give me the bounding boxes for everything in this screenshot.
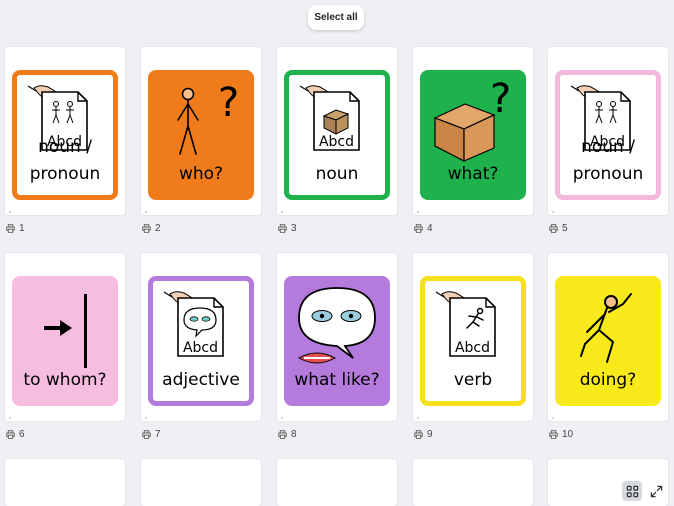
page-number: 6 bbox=[6, 429, 25, 440]
page-thumbnail[interactable]: ? what? bbox=[413, 47, 533, 215]
page-number-label: 8 bbox=[291, 429, 297, 440]
card-word: doing? bbox=[579, 370, 637, 390]
symbol-card: Abcd noun bbox=[284, 70, 390, 200]
doc-label: Abcd bbox=[319, 134, 354, 150]
page-number: 7 bbox=[142, 429, 161, 440]
page-number-label: 7 bbox=[155, 429, 161, 440]
print-icon bbox=[142, 224, 151, 233]
symbol-card: Abcd verb bbox=[420, 276, 526, 406]
card-word: pronoun bbox=[29, 164, 101, 184]
card-word: noun / bbox=[581, 137, 635, 157]
page-number-label: 6 bbox=[19, 429, 25, 440]
svg-text:?: ? bbox=[218, 80, 239, 126]
page-number: 5 bbox=[549, 223, 568, 234]
symbol-card: what like? bbox=[284, 276, 390, 406]
page-thumbnail[interactable] bbox=[5, 459, 125, 506]
page-thumbnail[interactable]: Abcd adjective bbox=[141, 253, 261, 421]
print-icon bbox=[414, 224, 423, 233]
arrow-to-line-icon bbox=[44, 294, 87, 368]
jumping-person-icon bbox=[580, 293, 632, 363]
print-icon bbox=[278, 224, 287, 233]
page-number: 9 bbox=[414, 429, 433, 440]
eyes-doc-icon: Abcd bbox=[163, 291, 224, 357]
svg-text:?: ? bbox=[490, 76, 511, 122]
card-word: to whom? bbox=[23, 370, 107, 390]
page-thumbnail[interactable] bbox=[141, 459, 261, 506]
symbol-card: Abcd adjective bbox=[148, 276, 254, 406]
page-thumbnail[interactable]: to whom? bbox=[5, 253, 125, 421]
card-word: what like? bbox=[294, 370, 380, 390]
page-number-label: 10 bbox=[562, 429, 574, 440]
page-number-label: 9 bbox=[427, 429, 433, 440]
view-controls bbox=[622, 481, 666, 501]
runner-doc-icon: Abcd bbox=[435, 291, 496, 357]
page-thumbnail[interactable] bbox=[277, 459, 397, 506]
print-icon bbox=[6, 224, 15, 233]
page-number: 8 bbox=[278, 429, 297, 440]
fullscreen-button[interactable] bbox=[646, 481, 666, 501]
card-word: noun bbox=[315, 164, 359, 184]
card-word: adjective bbox=[162, 370, 240, 390]
page-thumbnail[interactable]: doing? bbox=[548, 253, 668, 421]
page-number: 4 bbox=[414, 223, 433, 234]
card-word: verb bbox=[453, 370, 493, 390]
box-question-icon: ? bbox=[433, 76, 511, 162]
doc-label: Abcd bbox=[183, 340, 218, 356]
page-number-label: 2 bbox=[155, 223, 161, 234]
card-word: noun / bbox=[38, 137, 92, 157]
symbol-card: ? what? bbox=[420, 70, 526, 200]
speech-face-icon bbox=[297, 287, 376, 364]
person-question-icon: ? bbox=[177, 80, 239, 155]
print-icon bbox=[549, 430, 558, 439]
card-word: what? bbox=[447, 164, 499, 184]
doc-label: Abcd bbox=[455, 340, 490, 356]
page-number: 10 bbox=[549, 429, 573, 440]
page-number-label: 3 bbox=[291, 223, 297, 234]
page-number: 3 bbox=[278, 223, 297, 234]
print-icon bbox=[414, 430, 423, 439]
symbol-card: doing? bbox=[555, 276, 661, 406]
page-thumbnail[interactable]: Abcd noun / pronoun bbox=[548, 47, 668, 215]
print-icon bbox=[278, 430, 287, 439]
page-thumbnail[interactable] bbox=[413, 459, 533, 506]
symbol-card: Abcd noun / pronoun bbox=[555, 70, 661, 200]
page-thumbnail[interactable]: Abcd verb bbox=[413, 253, 533, 421]
symbol-card: ? who? bbox=[148, 70, 254, 200]
card-word: who? bbox=[178, 164, 224, 184]
page-thumbnail[interactable]: Abcd noun / pronoun bbox=[5, 47, 125, 215]
symbol-card: Abcd noun / pronoun bbox=[12, 70, 118, 200]
print-icon bbox=[142, 430, 151, 439]
page-number: 1 bbox=[6, 223, 25, 234]
grid-view-button[interactable] bbox=[622, 481, 642, 501]
card-word: pronoun bbox=[572, 164, 644, 184]
symbol-card: to whom? bbox=[12, 276, 118, 406]
page-number-label: 5 bbox=[562, 223, 568, 234]
expand-icon bbox=[650, 485, 662, 497]
page-thumbnail[interactable]: ? who? bbox=[141, 47, 261, 215]
page-number-label: 1 bbox=[19, 223, 25, 234]
page-thumbnail[interactable]: what like? bbox=[277, 253, 397, 421]
print-icon bbox=[6, 430, 15, 439]
grid-icon bbox=[626, 485, 638, 497]
page-number: 2 bbox=[142, 223, 161, 234]
box-doc-icon: Abcd bbox=[299, 85, 360, 151]
select-all-button[interactable]: Select all bbox=[308, 5, 364, 30]
print-icon bbox=[549, 224, 558, 233]
page-number-label: 4 bbox=[427, 223, 433, 234]
page-thumbnail[interactable]: Abcd noun bbox=[277, 47, 397, 215]
